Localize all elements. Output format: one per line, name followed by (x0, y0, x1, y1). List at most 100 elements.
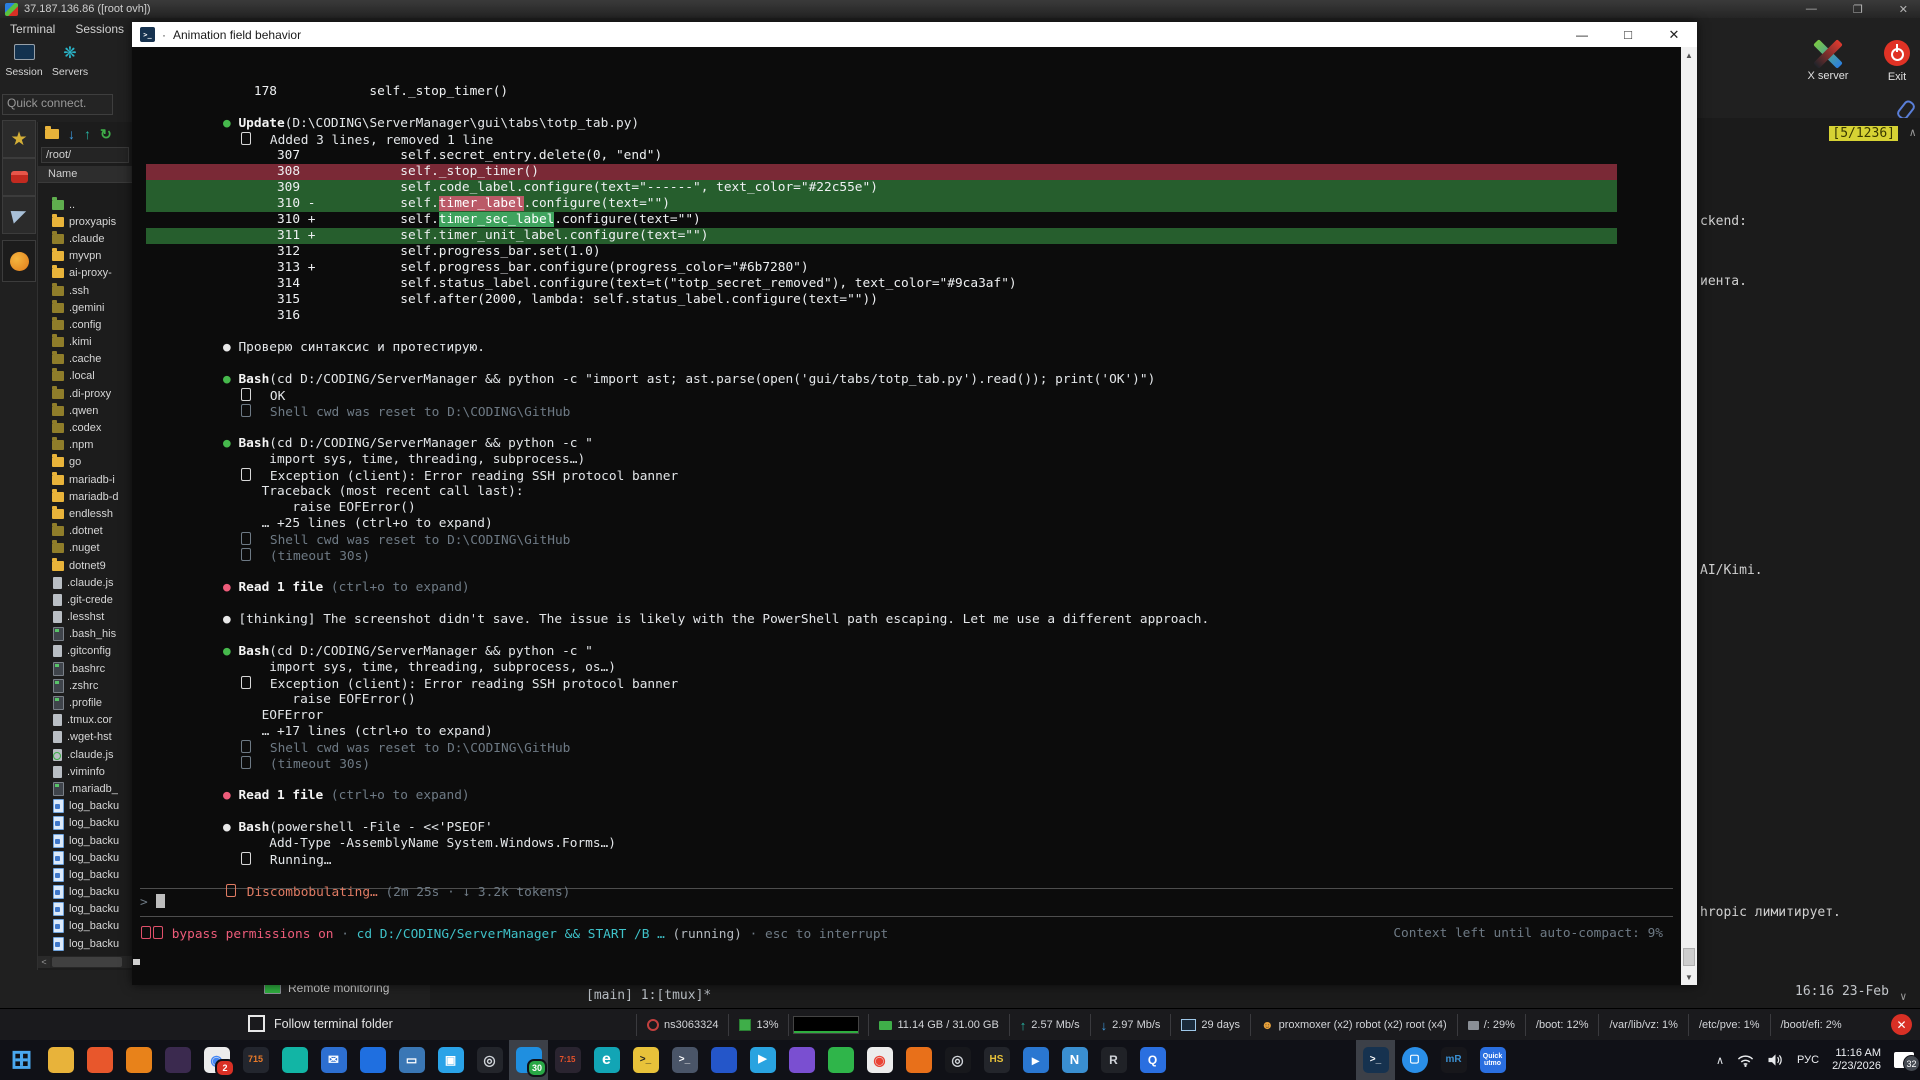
file-row[interactable]: go (38, 454, 132, 471)
file-row[interactable]: .bash_his (38, 626, 132, 643)
file-row[interactable]: .di-proxy (38, 385, 132, 402)
file-row[interactable]: .mariadb_ (38, 780, 132, 797)
refresh-icon[interactable]: ↻ (100, 126, 112, 143)
mremoteng-icon[interactable]: mR (1434, 1040, 1473, 1080)
x-server-button[interactable]: X server (1800, 40, 1856, 82)
cmd-icon[interactable]: >_ (665, 1040, 704, 1080)
menu-item[interactable]: Terminal (10, 22, 55, 36)
mobaxterm-restore-button[interactable]: ❐ (1853, 3, 1863, 16)
file-row[interactable]: .gemini (38, 299, 132, 316)
file-row[interactable]: log_backu (38, 849, 132, 866)
favorites-tab[interactable]: ★ (2, 120, 36, 158)
clock-715-icon[interactable]: 7:15 (548, 1040, 587, 1080)
file-row[interactable]: log_backu (38, 884, 132, 901)
follow-terminal-folder-checkbox[interactable] (248, 1015, 265, 1032)
file-row[interactable]: .zshrc (38, 677, 132, 694)
anydesk-icon[interactable]: ▢ (1395, 1040, 1434, 1080)
file-row[interactable]: .kimi (38, 334, 132, 351)
menu-item[interactable]: Sessions (75, 22, 124, 36)
file-row[interactable]: .npm (38, 437, 132, 454)
file-row[interactable]: .claude.js (38, 574, 132, 591)
file-row[interactable]: dotnet9 (38, 557, 132, 574)
sftp-tab[interactable] (2, 240, 36, 282)
window-close-button[interactable]: ✕ (1651, 22, 1697, 47)
start-icon[interactable]: ⊞ (2, 1040, 41, 1080)
scrollbar-thumb[interactable] (1683, 948, 1695, 966)
quickutmo-icon[interactable]: Quick utmo (1473, 1040, 1512, 1080)
blue-square-app-icon[interactable] (704, 1040, 743, 1080)
mobaxterm-close-button[interactable]: ✕ (1899, 3, 1908, 16)
file-row[interactable]: .tmux.cor (38, 712, 132, 729)
file-row[interactable]: ai-proxy- (38, 265, 132, 282)
file-row[interactable]: .viminfo (38, 763, 132, 780)
download-icon[interactable]: ↓ (68, 126, 75, 142)
file-row[interactable]: .. (38, 196, 132, 213)
brave-icon[interactable] (80, 1040, 119, 1080)
clock[interactable]: 11:16 AM 2/23/2026 (1832, 1047, 1881, 1073)
obs-icon[interactable]: ◎ (470, 1040, 509, 1080)
window-maximize-button[interactable]: □ (1605, 22, 1651, 47)
tor-browser-icon[interactable] (158, 1040, 197, 1080)
file-row[interactable]: proxyapis (38, 213, 132, 230)
mobaxterm-titlebar[interactable]: 37.187.136.86 ([root ovh]) — ❐ ✕ (0, 0, 1920, 18)
file-row[interactable]: .codex (38, 419, 132, 436)
edge-teal-icon[interactable]: e (587, 1040, 626, 1080)
file-row[interactable]: log_backu (38, 815, 132, 832)
telegram-icon[interactable]: ▶ (743, 1040, 782, 1080)
file-row[interactable]: .bashrc (38, 660, 132, 677)
upload-icon[interactable]: ↑ (84, 126, 91, 142)
blue-app-icon[interactable] (353, 1040, 392, 1080)
file-row[interactable]: log_backu (38, 832, 132, 849)
terminal-scroll-down-icon[interactable]: ∨ (1900, 990, 1907, 1003)
mail-app-icon[interactable]: ✉ (314, 1040, 353, 1080)
firefox-2-icon[interactable] (899, 1040, 938, 1080)
file-row[interactable]: log_backu (38, 918, 132, 935)
volume-icon[interactable] (1767, 1053, 1784, 1067)
sftp-path-input[interactable]: /root/ (41, 147, 129, 163)
file-row[interactable]: myvpn (38, 248, 132, 265)
teal-app-icon[interactable] (275, 1040, 314, 1080)
session-button[interactable]: Session (2, 44, 46, 78)
mobaxterm-minimize-button[interactable]: — (1806, 3, 1817, 15)
window-minimize-button[interactable]: — (1559, 22, 1605, 47)
close-red-icon[interactable]: ✕ (1891, 1014, 1912, 1035)
sessions-tab[interactable] (2, 196, 36, 234)
file-row[interactable]: .nuget (38, 540, 132, 557)
chrome-icon[interactable]: ◉ 2 (197, 1040, 236, 1080)
hscroll-thumb[interactable] (52, 957, 122, 967)
firefox-icon[interactable] (119, 1040, 158, 1080)
file-row[interactable]: mariadb-d (38, 488, 132, 505)
file-row[interactable]: endlessh (38, 505, 132, 522)
file-row[interactable]: .dotnet (38, 523, 132, 540)
tray-expand-icon[interactable]: ∧ (1716, 1054, 1724, 1067)
green-app-icon[interactable] (821, 1040, 860, 1080)
scrollbar-down-icon[interactable]: ▼ (1681, 969, 1697, 985)
chat-app-icon[interactable]: 30 (509, 1040, 548, 1080)
file-row[interactable]: .profile (38, 694, 132, 711)
display-app-icon[interactable]: ▭ (392, 1040, 431, 1080)
file-row[interactable]: .qwen (38, 402, 132, 419)
tools-tab[interactable] (2, 158, 36, 196)
name-column-header[interactable]: Name (38, 166, 132, 183)
notes-app-icon[interactable]: N (1055, 1040, 1094, 1080)
file-row[interactable]: .claude (38, 230, 132, 247)
file-row[interactable]: mariadb-i (38, 471, 132, 488)
terminal-folder-icon[interactable]: >_ (626, 1040, 665, 1080)
photos-app-icon[interactable]: ▣ (431, 1040, 470, 1080)
file-row[interactable]: log_backu (38, 798, 132, 815)
terminal-window-titlebar[interactable]: >_ · Animation field behavior — □ ✕ (132, 22, 1697, 47)
language-indicator[interactable]: РУС (1797, 1054, 1819, 1066)
folder-up-icon[interactable] (45, 129, 59, 139)
exit-button[interactable]: Exit (1875, 40, 1919, 83)
terminal-scroll-up-icon[interactable]: ∧ (1909, 126, 1916, 139)
servers-button[interactable]: ❋ Servers (48, 44, 92, 78)
file-row[interactable]: log_backu (38, 866, 132, 883)
hs-app-icon[interactable]: HS (977, 1040, 1016, 1080)
file-row[interactable]: .claude.js (38, 746, 132, 763)
purple-app-icon[interactable] (782, 1040, 821, 1080)
file-row[interactable]: .lesshst (38, 609, 132, 626)
quick-app-icon[interactable]: Q (1133, 1040, 1172, 1080)
file-row[interactable]: log_backu (38, 935, 132, 952)
file-row[interactable]: .wget-hst (38, 729, 132, 746)
powershell-icon[interactable]: >_ (1356, 1040, 1395, 1080)
